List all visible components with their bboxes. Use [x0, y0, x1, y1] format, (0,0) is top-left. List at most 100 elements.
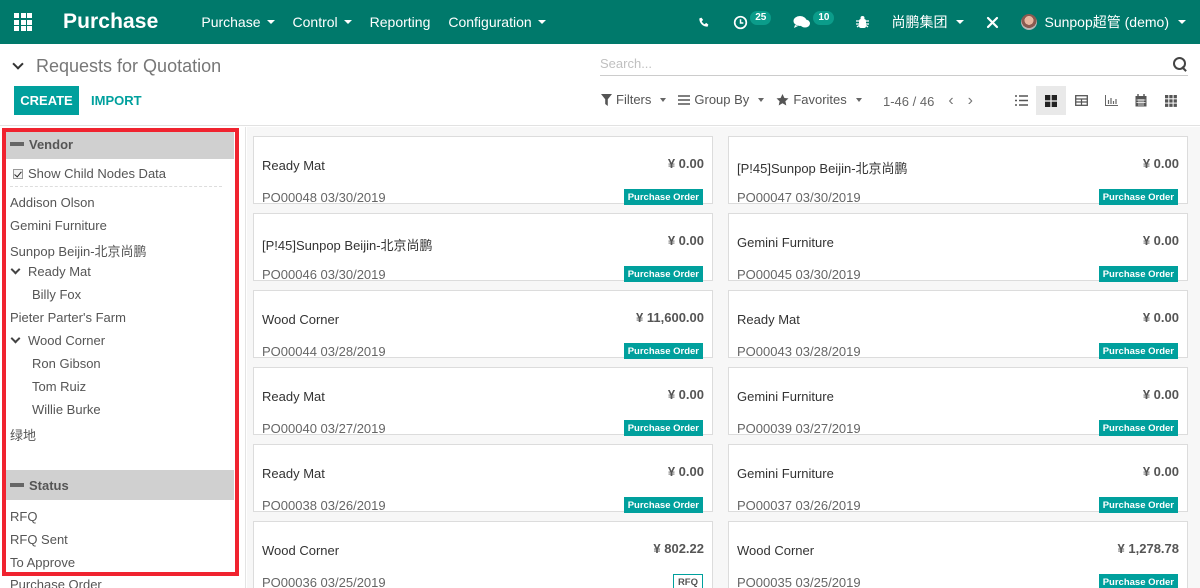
card-vendor: Ready Mat — [262, 389, 325, 404]
grid-icon — [1165, 94, 1177, 107]
vendor-child-item[interactable]: Ron Gibson — [32, 356, 101, 371]
kanban-view-button[interactable] — [1036, 86, 1066, 115]
pager-next-icon[interactable]: › — [968, 92, 973, 110]
status-badge: Purchase Order — [1098, 266, 1178, 282]
card-vendor: Wood Corner — [737, 543, 815, 558]
company-switcher[interactable]: 尚鹏集团 — [880, 12, 975, 32]
pivot-view-button[interactable] — [1066, 86, 1096, 115]
vendor-item-expandable[interactable]: Ready Mat — [10, 264, 91, 279]
vendor-child-item[interactable]: Willie Burke — [32, 402, 101, 417]
status-item[interactable]: To Approve — [10, 555, 75, 570]
activity-button[interactable]: 25 — [722, 11, 782, 30]
create-button[interactable]: CREATE — [14, 86, 79, 115]
messages-button[interactable]: 10 — [782, 11, 845, 29]
clock-icon — [734, 15, 748, 29]
kanban-card[interactable]: [P!45]Sunpop Beijin-北京尚鹏 ¥ 0.00 PO00046 … — [253, 213, 713, 282]
favorites-dropdown[interactable]: Favorites — [776, 92, 862, 107]
kanban-card[interactable]: Gemini Furniture ¥ 0.00 PO00039 03/27/20… — [728, 367, 1188, 436]
show-child-nodes-checkbox[interactable]: Show Child Nodes Data — [13, 166, 166, 181]
list-icon — [1014, 95, 1028, 106]
menu-configuration-label: Configuration — [448, 14, 532, 30]
groupby-label: Group By — [694, 92, 750, 107]
calendar-icon — [1135, 94, 1147, 107]
card-vendor: Ready Mat — [262, 466, 325, 481]
vendor-item[interactable]: Sunpop Beijin-北京尚鹏 — [10, 241, 147, 260]
apps-grid-icon — [14, 13, 32, 31]
pivot-table-icon — [1074, 95, 1088, 106]
card-amount: ¥ 0.00 — [1142, 310, 1179, 325]
chevron-down-icon[interactable] — [10, 264, 21, 275]
search-icon[interactable] — [1172, 56, 1188, 72]
card-amount: ¥ 0.00 — [1142, 233, 1179, 248]
filters-dropdown[interactable]: Filters — [601, 92, 667, 107]
chevron-down-icon[interactable] — [12, 58, 24, 70]
menu-reporting[interactable]: Reporting — [361, 14, 440, 30]
pager-previous-icon[interactable]: ‹ — [948, 92, 953, 110]
list-view-button[interactable] — [1006, 86, 1036, 115]
vendor-section-header[interactable]: Vendor — [6, 129, 234, 159]
kanban-card[interactable]: Ready Mat ¥ 0.00 PO00040 03/27/2019 Purc… — [253, 367, 713, 436]
search-input[interactable] — [600, 56, 1172, 71]
card-amount: ¥ 0.00 — [1142, 156, 1179, 171]
favorites-label: Favorites — [793, 92, 847, 107]
card-vendor: Wood Corner — [262, 543, 340, 558]
calendar-view-button[interactable] — [1126, 86, 1156, 115]
menu-configuration[interactable]: Configuration — [439, 14, 554, 30]
status-section-header[interactable]: Status — [6, 470, 234, 500]
vendor-item[interactable]: Pieter Parter's Farm — [10, 310, 126, 325]
kanban-card[interactable]: Ready Mat ¥ 0.00 PO00038 03/26/2019 Purc… — [253, 444, 713, 513]
menu-purchase-label: Purchase — [201, 14, 261, 30]
app-title: Purchase — [63, 10, 159, 33]
groupby-dropdown[interactable]: Group By — [678, 92, 765, 107]
checkbox-checked-icon[interactable] — [13, 168, 23, 179]
page-title: Requests for Quotation — [36, 56, 222, 76]
vendor-child-item[interactable]: Tom Ruiz — [32, 379, 86, 394]
user-menu[interactable]: Sunpop超管 (demo) — [1010, 12, 1200, 32]
phone-button[interactable] — [686, 15, 722, 29]
kanban-card[interactable]: Wood Corner ¥ 11,600.00 PO00044 03/28/20… — [253, 290, 713, 359]
caret-down-icon — [956, 20, 965, 24]
caret-down-icon — [537, 20, 546, 24]
chevron-down-icon[interactable] — [10, 333, 21, 344]
vendor-item[interactable]: Addison Olson — [10, 195, 95, 210]
vendor-item-expandable[interactable]: Wood Corner — [10, 333, 105, 348]
kanban-card[interactable]: Gemini Furniture ¥ 0.00 PO00045 03/30/20… — [728, 213, 1188, 282]
star-icon — [776, 93, 789, 105]
vendor-child-item[interactable]: Billy Fox — [32, 287, 81, 302]
kanban-card[interactable]: Ready Mat ¥ 0.00 PO00048 03/30/2019 Purc… — [253, 136, 713, 205]
search-panel-sidebar: Vendor Show Child Nodes Data Addison Ols… — [0, 127, 246, 588]
graph-view-button[interactable] — [1096, 86, 1126, 115]
import-button[interactable]: IMPORT — [91, 86, 142, 115]
company-name: 尚鹏集团 — [891, 14, 948, 30]
activity-view-button[interactable] — [1156, 86, 1186, 115]
caret-down-icon — [758, 97, 765, 102]
status-badge: Purchase Order — [1098, 497, 1178, 513]
kanban-card[interactable]: Wood Corner ¥ 802.22 PO00036 03/25/2019 … — [253, 521, 713, 588]
card-vendor: Gemini Furniture — [737, 389, 834, 404]
status-header-label: Status — [29, 477, 69, 493]
card-reference: PO00037 03/26/2019 — [737, 498, 861, 513]
debug-button[interactable] — [845, 15, 880, 29]
tools-icon — [987, 16, 999, 28]
status-item[interactable]: Purchase Order — [10, 577, 102, 588]
collapse-icon — [10, 483, 24, 487]
search-options: Filters Group By Favorites — [601, 92, 862, 107]
kanban-card[interactable]: Gemini Furniture ¥ 0.00 PO00037 03/26/20… — [728, 444, 1188, 513]
status-badge: Purchase Order — [1098, 189, 1178, 205]
vendor-item[interactable]: Gemini Furniture — [10, 218, 107, 233]
status-item[interactable]: RFQ — [10, 509, 37, 524]
card-amount: ¥ 0.00 — [667, 387, 704, 402]
tools-button[interactable] — [975, 16, 1010, 29]
status-item[interactable]: RFQ Sent — [10, 532, 68, 547]
bar-chart-icon — [1104, 95, 1118, 106]
pager-value[interactable]: 1-46 / 46 — [883, 94, 934, 109]
menu-purchase[interactable]: Purchase — [192, 14, 283, 30]
kanban-card[interactable]: Wood Corner ¥ 1,278.78 PO00035 03/25/201… — [728, 521, 1188, 588]
menu-control[interactable]: Control — [284, 14, 361, 30]
card-amount: ¥ 0.00 — [667, 464, 704, 479]
filter-icon — [601, 93, 612, 106]
app-switcher-button[interactable] — [0, 0, 46, 44]
kanban-card[interactable]: [P!45]Sunpop Beijin-北京尚鹏 ¥ 0.00 PO00047 … — [728, 136, 1188, 205]
vendor-item[interactable]: 绿地 — [10, 425, 36, 444]
kanban-card[interactable]: Ready Mat ¥ 0.00 PO00043 03/28/2019 Purc… — [728, 290, 1188, 359]
